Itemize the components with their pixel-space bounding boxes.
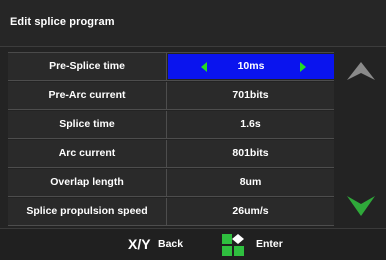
- splice-program-screen: Edit splice program Pre-Splice time 10ms…: [0, 0, 386, 260]
- parameter-row-pre-splice-time[interactable]: Pre-Splice time 10ms: [8, 53, 334, 81]
- footer-bar: X/Y Back Enter: [0, 228, 386, 260]
- parameter-value[interactable]: 8um: [167, 169, 334, 196]
- xy-key-icon: X/Y: [128, 236, 151, 252]
- parameter-row-pre-arc-current[interactable]: Pre-Arc current 701bits: [8, 82, 334, 110]
- keypad-enter-icon: [222, 234, 244, 256]
- parameter-row-arc-current[interactable]: Arc current 801bits: [8, 140, 334, 168]
- parameter-label: Overlap length: [8, 169, 167, 196]
- back-label: Back: [158, 238, 184, 250]
- parameter-value-selected[interactable]: 10ms: [168, 54, 334, 79]
- chevron-up-icon[interactable]: [347, 62, 375, 80]
- parameter-table: Pre-Splice time 10ms Pre-Arc current 701…: [8, 52, 334, 227]
- parameter-value[interactable]: 1.6s: [167, 111, 334, 138]
- parameter-label: Splice time: [8, 111, 167, 138]
- parameter-label: Pre-Splice time: [8, 53, 167, 80]
- increase-arrow-icon[interactable]: [300, 62, 306, 72]
- parameter-row-splice-time[interactable]: Splice time 1.6s: [8, 111, 334, 139]
- parameter-label: Pre-Arc current: [8, 82, 167, 109]
- enter-label: Enter: [256, 238, 283, 250]
- page-title: Edit splice program: [10, 16, 115, 28]
- parameter-row-splice-propulsion-speed[interactable]: Splice propulsion speed 26um/s: [8, 198, 334, 226]
- parameter-value-text: 10ms: [237, 60, 265, 72]
- parameter-value[interactable]: 26um/s: [167, 198, 334, 225]
- parameter-value[interactable]: 801bits: [167, 140, 334, 167]
- decrease-arrow-icon[interactable]: [201, 62, 207, 72]
- title-bar: Edit splice program: [0, 0, 386, 47]
- parameter-value[interactable]: 701bits: [167, 82, 334, 109]
- scroll-panel: [336, 52, 386, 226]
- parameter-label: Arc current: [8, 140, 167, 167]
- chevron-down-icon[interactable]: [347, 196, 375, 216]
- parameter-label: Splice propulsion speed: [8, 198, 167, 225]
- parameter-row-overlap-length[interactable]: Overlap length 8um: [8, 169, 334, 197]
